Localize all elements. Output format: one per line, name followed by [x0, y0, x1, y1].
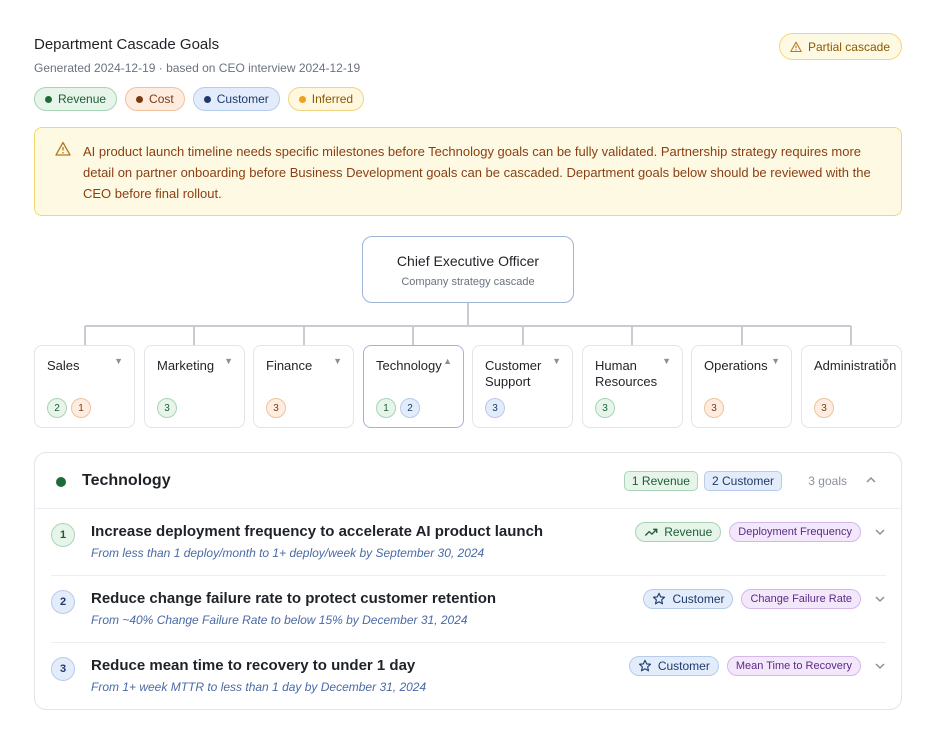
goal-row[interactable]: 3 Reduce mean time to recovery to under …	[51, 643, 886, 710]
dept-counts: 3	[485, 398, 505, 418]
count-badge-cost: 3	[266, 398, 286, 418]
dept-counts: 3	[814, 398, 834, 418]
chevron-down-icon[interactable]	[874, 593, 886, 605]
dot-icon	[298, 95, 306, 103]
panel-header[interactable]: Technology 1 Revenue 2 Customer 3 goals	[35, 453, 901, 509]
warning-icon	[790, 41, 802, 52]
dept-card-finance[interactable]: Finance ▼ 3	[253, 345, 354, 428]
star-icon	[653, 592, 666, 605]
tag-revenue: 1 Revenue	[623, 471, 698, 491]
dept-card-administration[interactable]: Administration ▼ 3	[801, 345, 902, 428]
dept-card-sales[interactable]: Sales ▼ 2 1	[34, 345, 135, 428]
department-detail-panel: Technology 1 Revenue 2 Customer 3 goals …	[34, 452, 902, 710]
legend-label: Revenue	[58, 92, 107, 106]
chevron-down-icon: ▼	[552, 356, 561, 366]
dot-icon	[136, 95, 144, 103]
tag-customer: 2 Customer	[703, 471, 782, 491]
perspective-pill: Customer	[628, 656, 719, 676]
goal-tags: Customer Change Failure Rate	[643, 589, 861, 609]
page-subtitle: Generated 2024-12-19 · based on CEO inte…	[34, 61, 361, 75]
count-badge-cost: 3	[704, 398, 724, 418]
perspective-pill: Revenue	[635, 522, 722, 542]
page-title: Department Cascade Goals	[34, 36, 220, 53]
dept-counts: 1 2	[376, 398, 420, 418]
count-badge-cost: 3	[814, 398, 834, 418]
goal-number: 2	[51, 590, 75, 614]
goal-target: From less than 1 deploy/month to 1+ depl…	[91, 546, 485, 560]
goal-title: Increase deployment frequency to acceler…	[91, 523, 544, 540]
chevron-up-icon[interactable]	[865, 474, 877, 486]
status-badge: Partial cascade	[778, 33, 902, 60]
panel-title: Technology	[82, 472, 171, 489]
goal-title: Reduce mean time to recovery to under 1 …	[91, 657, 416, 674]
status-badge-label: Partial cascade	[807, 39, 890, 54]
dept-card-technology[interactable]: Technology ▲ 1 2	[363, 345, 464, 428]
metric-pill: Mean Time to Recovery	[726, 656, 861, 676]
legend-chip-cost: Cost	[125, 87, 185, 111]
ceo-description: Company strategy cascade	[401, 276, 535, 288]
metric-pill: Change Failure Rate	[741, 589, 861, 609]
dept-card-marketing[interactable]: Marketing ▼ 3	[144, 345, 245, 428]
alert-banner: AI product launch timeline needs specifi…	[34, 127, 902, 216]
legend-label: Inferred	[311, 92, 354, 106]
dot-icon	[203, 95, 211, 103]
metric-pill: Deployment Frequency	[729, 522, 861, 542]
panel-tags: 1 Revenue 2 Customer	[623, 471, 782, 491]
legend-chip-revenue: Revenue	[34, 87, 118, 111]
chevron-down-icon[interactable]	[874, 526, 886, 538]
goal-number: 1	[51, 523, 75, 547]
goal-title: Reduce change failure rate to protect cu…	[91, 590, 497, 607]
chevron-down-icon: ▼	[114, 356, 123, 366]
goal-count: 3 goals	[808, 474, 847, 488]
legend-label: Cost	[149, 92, 174, 106]
count-badge-revenue: 1	[376, 398, 396, 418]
legend-chip-customer: Customer	[192, 87, 280, 111]
dept-counts: 3	[704, 398, 724, 418]
count-badge-customer: 2	[400, 398, 420, 418]
dept-card-human-resources[interactable]: Human Resources ▼ 3	[582, 345, 683, 428]
perspective-pill: Customer	[643, 589, 734, 609]
count-badge-revenue: 3	[157, 398, 177, 418]
chevron-down-icon: ▼	[333, 356, 342, 366]
goal-tags: Revenue Deployment Frequency	[635, 522, 861, 542]
chevron-down-icon[interactable]	[874, 660, 886, 672]
dept-card-customer-support[interactable]: Customer Support ▼ 3	[472, 345, 573, 428]
ceo-title: Chief Executive Officer	[396, 253, 540, 269]
alert-text: AI product launch timeline needs specifi…	[83, 144, 871, 201]
trending-up-icon	[645, 528, 658, 536]
chevron-up-icon: ▲	[443, 356, 452, 366]
count-badge-revenue: 3	[595, 398, 615, 418]
goal-tags: Customer Mean Time to Recovery	[628, 656, 861, 676]
goal-target: From 1+ week MTTR to less than 1 day by …	[91, 680, 427, 694]
chevron-down-icon: ▼	[771, 356, 780, 366]
chevron-down-icon: ▼	[662, 356, 671, 366]
dept-card-operations[interactable]: Operations ▼ 3	[691, 345, 792, 428]
perspective-label: Customer	[672, 592, 725, 606]
dept-counts: 3	[595, 398, 615, 418]
dept-counts: 3	[157, 398, 177, 418]
count-badge-revenue: 2	[47, 398, 67, 418]
goal-row[interactable]: 1 Increase deployment frequency to accel…	[51, 509, 886, 576]
goal-row[interactable]: 2 Reduce change failure rate to protect …	[51, 576, 886, 643]
perspective-label: Revenue	[664, 525, 713, 539]
count-badge-cost: 1	[71, 398, 91, 418]
dot-icon	[45, 95, 52, 103]
legend-label: Customer	[216, 92, 269, 106]
warning-icon	[55, 141, 71, 156]
count-badge-customer: 3	[485, 398, 505, 418]
star-icon	[638, 659, 651, 672]
dept-counts: 3	[266, 398, 286, 418]
dot-icon	[56, 477, 66, 487]
goal-number: 3	[51, 657, 75, 681]
ceo-node[interactable]: Chief Executive Officer Company strategy…	[362, 236, 574, 303]
legend-chip-inferred: Inferred	[287, 87, 365, 111]
chevron-down-icon: ▼	[224, 356, 233, 366]
goal-target: From ~40% Change Failure Rate to below 1…	[91, 613, 468, 627]
dept-counts: 2 1	[47, 398, 91, 418]
perspective-label: Customer	[657, 659, 710, 673]
legend: Revenue Cost Customer Inferred	[34, 87, 365, 111]
chevron-down-icon: ▼	[881, 356, 890, 366]
